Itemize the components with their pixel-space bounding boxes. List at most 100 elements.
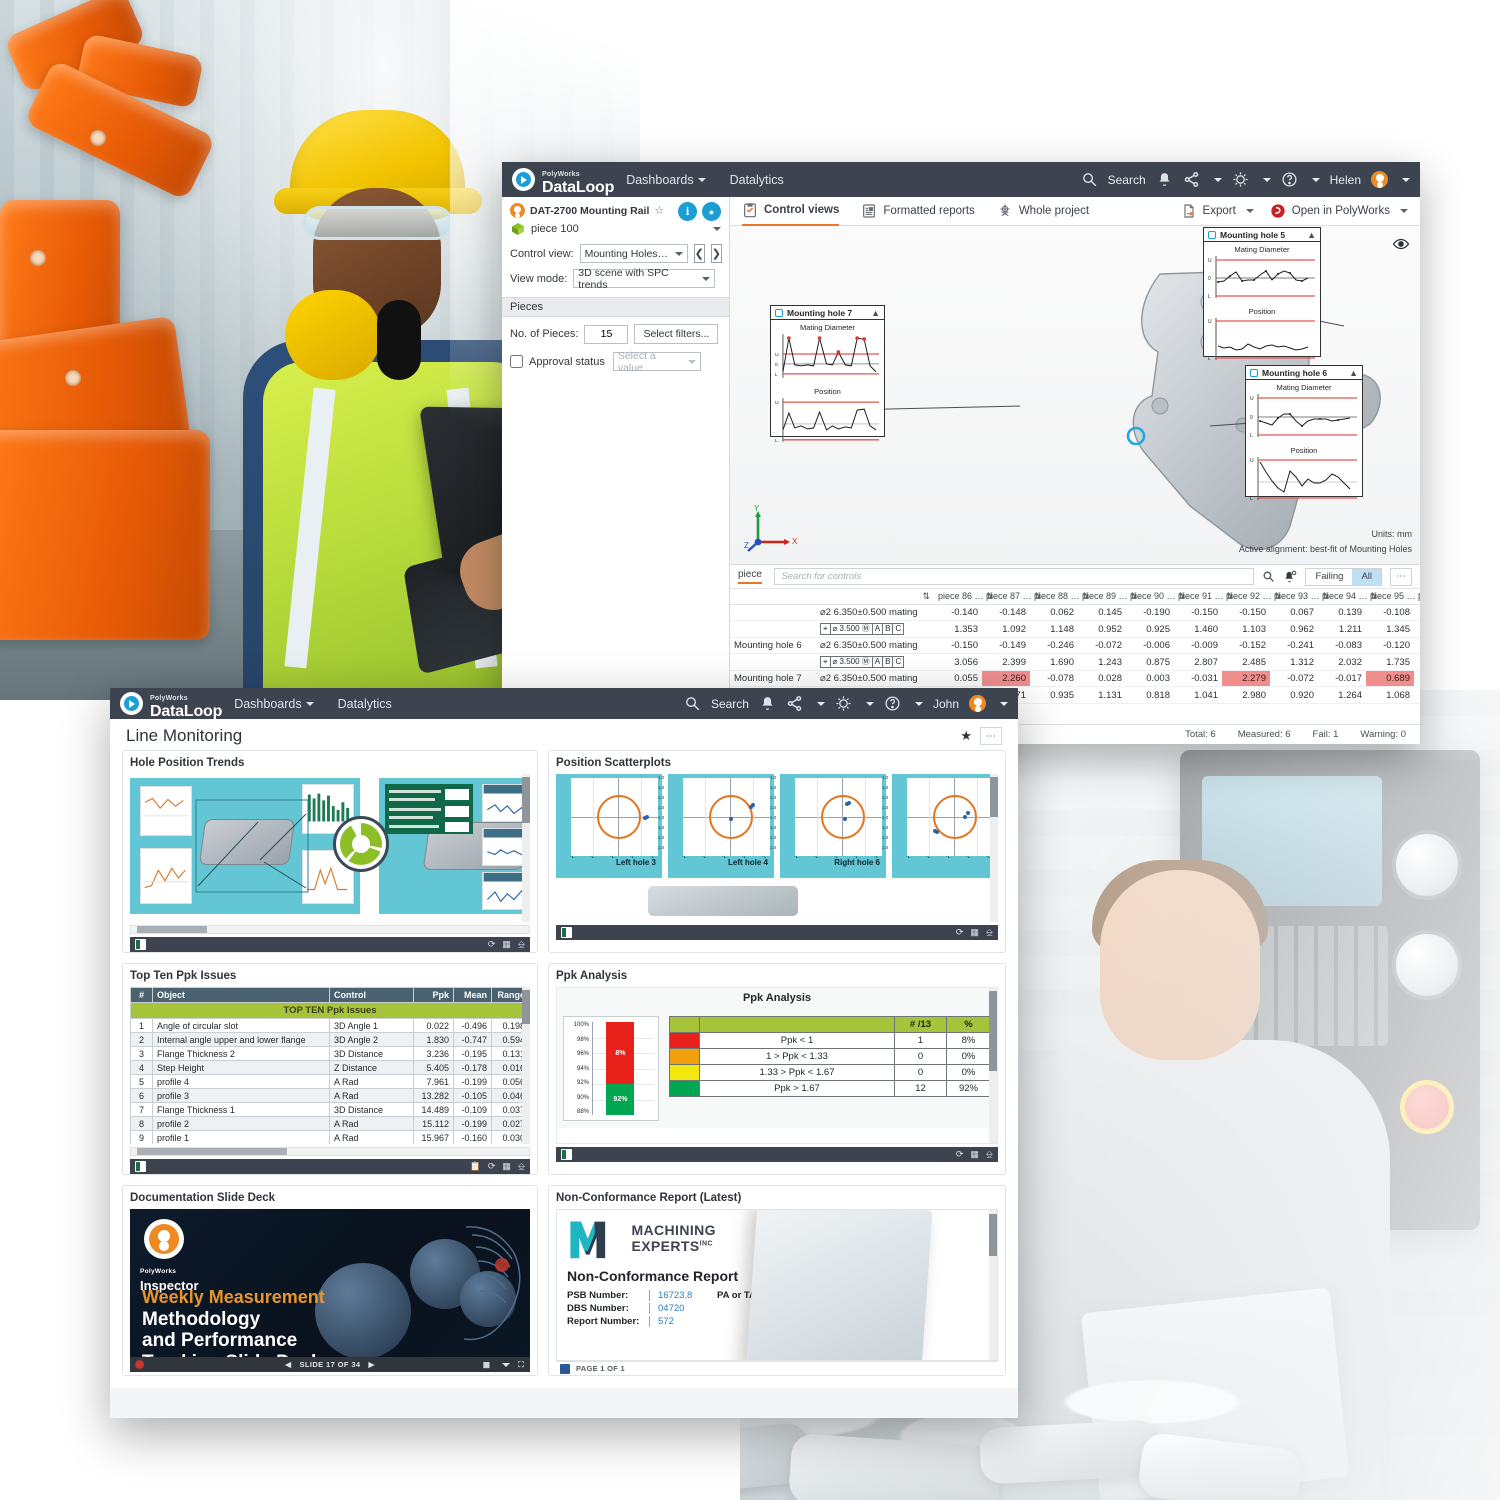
popout-icon[interactable]: ⎒ [986,927,993,938]
table-row[interactable]: ⌖ ⌀ 3.500 Ⓜ A B C 3.056 2.399 1.690 1.243 0.875 2.… [730,653,1420,671]
help-icon[interactable] [884,695,901,712]
col-control[interactable]: ⇅ [816,589,934,605]
ncr-vertical-scrollbar[interactable] [989,1210,997,1360]
nav-dashboards[interactable]: Dashboards [614,173,717,187]
table-row[interactable]: 9 profile 1A Rad 15.967 -0.160 0.030 [130,1130,530,1144]
share-icon[interactable] [786,695,803,712]
col-index[interactable]: # [130,987,153,1003]
spc-panel-mounting-hole-5[interactable]: Mounting hole 5 ▲ Mating Diameter U 0 L … [1203,227,1321,362]
table-row[interactable]: ⌀2 6.350±0.500 mating -0.140 -0.148 0.062 0.… [730,604,1420,621]
scatterplot-2[interactable]: 1.0 1.0 1.0 1.0 1.0 1.0 1.0 1.0 -1 -1 -1 -1 -1 Left h… [658,774,774,878]
card-hole-position-trends[interactable]: Hole Position Trends ⟳ ▦ ⎒ [122,750,538,953]
comment-icon[interactable]: ● [702,202,721,221]
col-piece-86-[interactable]: piece 86 … ⇅ [934,589,994,605]
popout-icon[interactable]: ⎒ [518,939,525,950]
help-icon[interactable] [1281,171,1298,188]
alert-settings-icon[interactable] [1283,570,1297,584]
layout-icon[interactable]: ▦ [970,927,979,938]
tab-control-views[interactable]: Control views [742,197,840,226]
col-piece-94-[interactable]: piece 94 … ⇅ [1318,589,1378,605]
col-piece-93-[interactable]: piece 93 … ⇅ [1270,589,1330,605]
nav-datalytics-2[interactable]: Datalytics [326,697,404,711]
slide-preview[interactable]: PolyWorks Inspector Weekly Measurement M… [130,1209,530,1357]
ncr-document-preview[interactable]: MACHINING EXPERTSINC Non-Conformance Rep… [556,1209,998,1361]
table-row[interactable]: 7 Flange Thickness 1 3D Distance 14.489 -0.1… [130,1102,530,1117]
dashboard-more-options-button[interactable]: ⋯ [980,727,1002,745]
user-name-win1[interactable]: Helen [1330,173,1361,187]
popout-icon[interactable]: ⎒ [986,1149,993,1160]
table-tab-piece[interactable]: piece [738,569,762,584]
card-position-scatterplots[interactable]: Position Scatterplots 1.01.01.01.01.01.0… [548,750,1006,953]
col-mean[interactable]: Mean [453,987,492,1003]
excel-icon[interactable] [561,927,572,938]
layout-icon[interactable]: ▦ [970,1149,979,1160]
table-row[interactable]: 8 profile 2A Rad 15.112 -0.199 0.027 [130,1116,530,1131]
approval-status-checkbox[interactable] [510,355,523,368]
card-documentation-slide-deck[interactable]: Documentation Slide Deck PolyWorks Inspe… [122,1185,538,1376]
search-submit-icon[interactable] [1262,570,1275,583]
collapse-icon[interactable]: ▲ [871,308,880,318]
slide-navigation-bar[interactable]: ◀ SLIDE 17 OF 34 ▶ ▦ ⛶ [130,1357,530,1372]
tab-formatted-reports[interactable]: Formatted reports [861,197,975,226]
row-filter-segmented[interactable]: Failing All [1305,567,1382,586]
no-of-pieces-input[interactable] [584,324,629,344]
avatar[interactable] [1371,171,1388,188]
favorite-star-icon[interactable]: ☆ [654,204,664,217]
next-control-view-button[interactable]: ❯ [710,244,723,263]
spc-panel-mounting-hole-6[interactable]: Mounting hole 6 ▲ Mating Diameter U 0 L … [1245,365,1363,502]
popout-icon[interactable]: ⎒ [518,1161,525,1172]
excel-icon[interactable] [135,1161,146,1172]
slide-prev-button[interactable]: ◀ [285,1360,291,1369]
nav-datalytics[interactable]: Datalytics [718,173,796,187]
top-ten-card-toolbar[interactable]: 📋 ⟳ ▦ ⎒ [130,1159,530,1174]
scatterplot-3[interactable]: 1.0 1.0 1.0 1.0 1.0 1.0 1.0 1.0 -1 -1 -1 -1 -1 Right … [770,774,886,878]
table-row[interactable]: Mounting hole 7 ⌀2 6.350±0.500 mating 0.05… [730,670,1420,687]
top-ten-horizontal-scrollbar[interactable] [130,1147,530,1156]
refresh-icon[interactable]: ⟳ [956,1149,964,1160]
col-object[interactable]: Object [152,987,330,1003]
copy-icon[interactable]: 📋 [470,1161,481,1172]
ppk-breakdown-table[interactable]: # /13 % Ppk < 1 1 8% 1 > Ppk < 1.33 0 0% 1.3… [669,1016,991,1097]
refresh-icon[interactable]: ⟳ [488,1161,496,1172]
scatterplot-row[interactable]: 1.01.01.01.01.01.01.01.0-1-1-1-1-1 Left h… [556,774,998,878]
gear-icon[interactable] [1232,171,1249,188]
hpt-vertical-scrollbar[interactable] [522,774,530,922]
col-piece-95-[interactable]: piece 95 … ⇅ [1366,589,1420,605]
line-monitoring-dashboard-window[interactable]: PolyWorks DataLoop Dashboards Datalytics… [110,688,1018,1418]
search-label-2[interactable]: Search [711,697,749,711]
scatterplot-4[interactable]: 1.0 1.0 1.0 1.0 1.0 1.0 1.0 1.0 -1 -1 -1 -1 -1 [882,774,998,878]
view-mode-select[interactable]: 3D scene with SPC trends [573,267,715,291]
axis-gizmo-icon[interactable]: X Y Z [744,504,800,554]
col-piece-88-[interactable]: piece 88 … ⇅ [1030,589,1090,605]
control-view-left-panel[interactable]: DAT-2700 Mounting Rail ☆ piece 100 i ● C… [502,197,730,744]
export-button[interactable]: Export [1181,197,1254,226]
search-label[interactable]: Search [1108,173,1146,187]
table-row[interactable]: Mounting hole 6 ⌀2 6.350±0.500 mating -0.1… [730,637,1420,654]
favorite-star-icon[interactable]: ★ [960,728,972,744]
col-piece-92-[interactable]: piece 92 … ⇅ [1222,589,1282,605]
slide-next-button[interactable]: ▶ [369,1360,375,1369]
col-piece-89-[interactable]: piece 89 … ⇅ [1078,589,1138,605]
layout-icon[interactable]: ▦ [483,1360,491,1369]
word-icon[interactable] [560,1363,570,1374]
filter-failing[interactable]: Failing [1306,569,1352,585]
dataloop-control-views-window[interactable]: PolyWorks DataLoop Dashboards Datalytics… [502,162,1420,744]
table-row[interactable]: ⌖ ⌀ 3.500 Ⓜ A B C 1.353 1.092 1.148 0.952 0.925 1.… [730,620,1420,638]
info-icon[interactable]: i [678,202,697,221]
col-object[interactable] [730,589,816,605]
prev-control-view-button[interactable]: ❮ [693,244,705,263]
open-in-polyworks-button[interactable]: Open in PolyWorks [1270,197,1408,226]
excel-icon[interactable] [135,939,146,950]
table-row[interactable]: 5 profile 4A Rad 7.961 -0.199 0.056 [130,1074,530,1089]
top-ten-table[interactable]: TOP TEN Ppk Issues # Object Control Ppk … [130,987,530,1144]
table-row[interactable]: 4 Step Height Z Distance 5.405 -0.178 0.016 [130,1060,530,1075]
filter-all[interactable]: All [1352,568,1381,585]
hole-position-trends-artwork[interactable] [130,774,530,922]
bell-icon[interactable] [759,695,776,712]
card-ppk-analysis[interactable]: Ppk Analysis Ppk Analysis 100% 98% 96% 94% 9… [548,963,1006,1175]
table-row[interactable]: 6 profile 3A Rad 13.282 -0.105 0.046 [130,1088,530,1103]
scatterplot-1[interactable]: 1.01.01.01.01.01.01.01.0-1-1-1-1-1Left h… [556,774,662,878]
card-top-ten-ppk-issues[interactable]: Top Ten Ppk Issues TOP TEN Ppk Issues # … [122,963,538,1175]
ppk-vertical-scrollbar[interactable] [989,988,997,1143]
hpt-horizontal-scrollbar[interactable] [130,925,530,934]
